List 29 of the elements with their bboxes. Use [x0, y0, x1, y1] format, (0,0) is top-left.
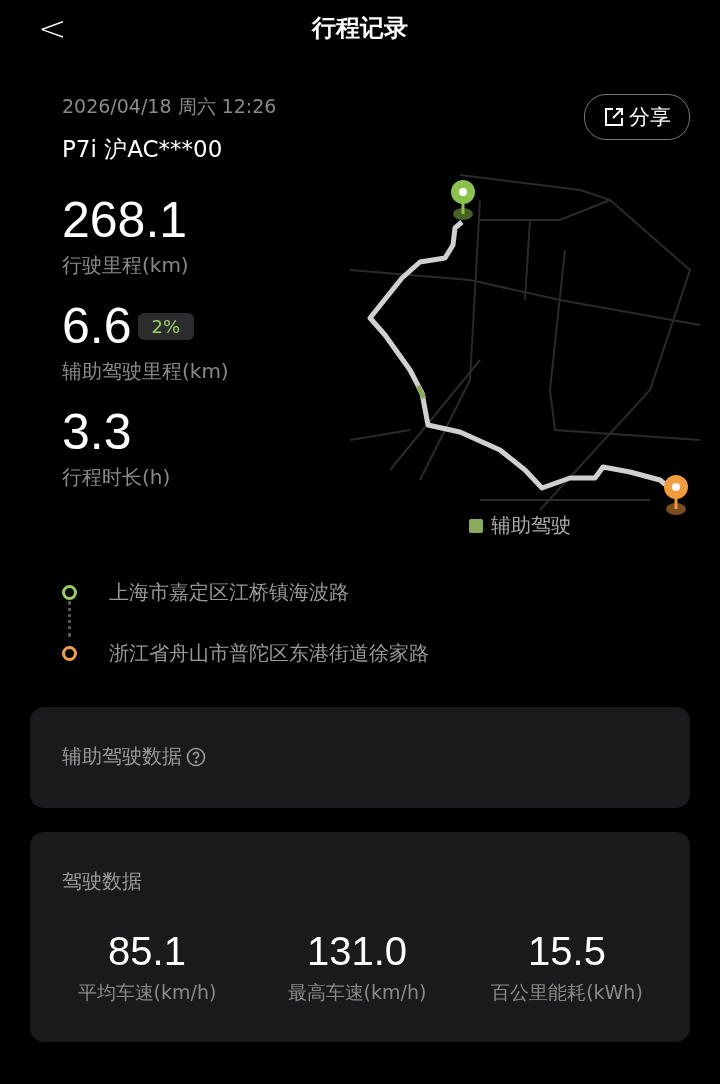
trip-datetime: 2026/04/18 周六 12:26 [62, 94, 278, 119]
stat-label: 行驶里程(km) [62, 252, 190, 279]
stat-label: 行程时长(h) [62, 464, 172, 491]
assist-data-card[interactable]: 辅助驾驶数据 [30, 707, 690, 808]
share-icon [603, 106, 625, 128]
metric-label: 平均车速(km/h) [77, 980, 217, 1005]
metric-value: 85.1 [108, 929, 186, 974]
end-pin-icon [664, 475, 688, 515]
metric-value: 131.0 [306, 929, 408, 974]
page-title: 行程记录 [312, 13, 408, 44]
percent-badge: 2% [137, 313, 195, 340]
waypoint-address: 上海市嘉定区江桥镇海波路 [109, 579, 349, 606]
metric-label: 百公里能耗(kWh) [491, 980, 643, 1005]
card-title: 驾驶数据 [62, 869, 142, 893]
stat-value: 268.1 [62, 193, 188, 248]
share-button[interactable]: 分享 [584, 94, 690, 140]
back-button[interactable]: < [30, 8, 75, 48]
legend-label: 辅助驾驶 [491, 512, 571, 539]
stat-label: 辅助驾驶里程(km) [62, 358, 230, 385]
vehicle-plate: P7i 沪AC***00 [62, 135, 224, 164]
waypoint-address: 浙江省舟山市普陀区东港街道徐家路 [109, 640, 429, 667]
help-icon[interactable] [186, 746, 206, 767]
metric-value: 15.5 [528, 929, 606, 974]
metric-label: 最高车速(km/h) [287, 980, 427, 1005]
stat-value: 6.6 [62, 299, 132, 354]
start-pin-icon [451, 180, 475, 220]
legend-square [469, 518, 483, 533]
card-title: 辅助驾驶数据 [62, 743, 182, 770]
stat-value: 3.3 [62, 405, 132, 460]
